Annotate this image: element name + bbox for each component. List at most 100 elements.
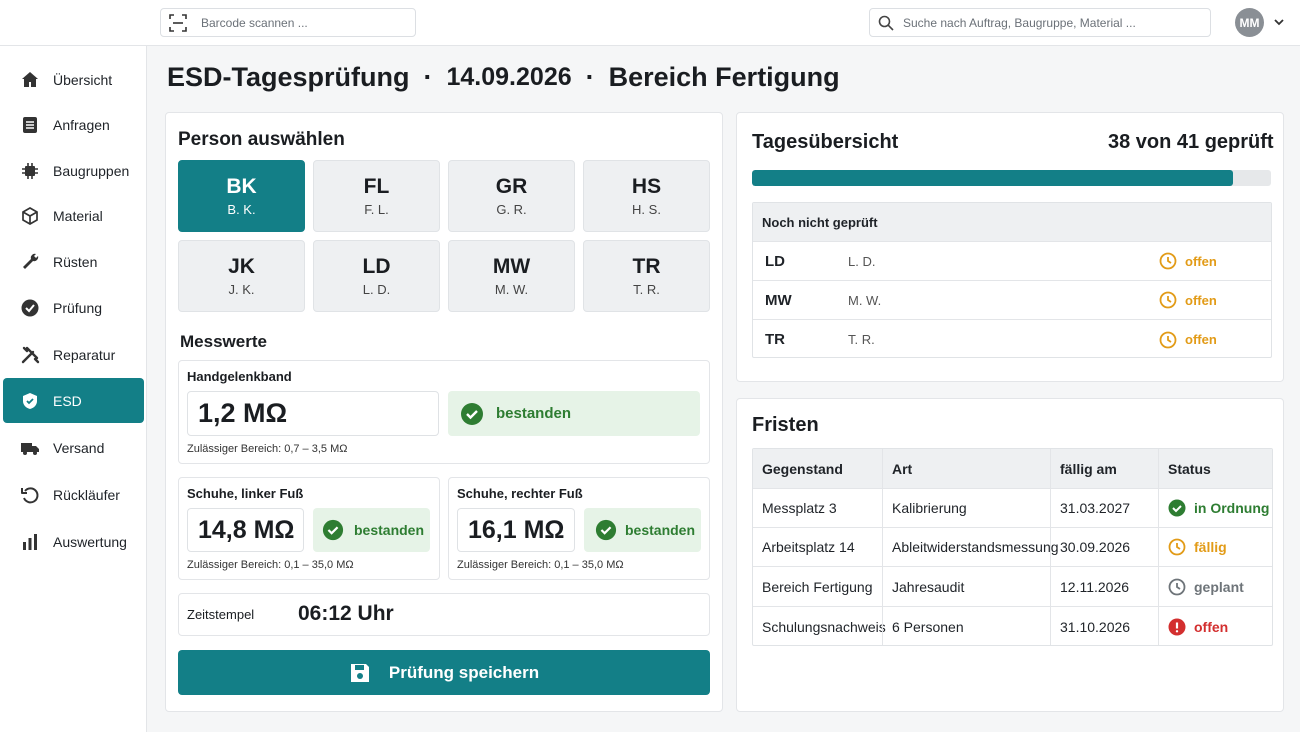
sidebar-item-esd[interactable]: ESD <box>3 378 144 423</box>
person-button-gr[interactable]: GR G. R. <box>448 160 575 232</box>
person-code: HS <box>631 175 662 198</box>
barcode-field[interactable] <box>160 8 416 37</box>
status-text: offen <box>1185 253 1217 269</box>
person-code: GR <box>495 175 528 198</box>
column-header: Gegenstand <box>762 460 843 477</box>
clock-icon <box>1168 538 1186 556</box>
person-button-mw[interactable]: MW M. W. <box>448 240 575 312</box>
sidebar-item-label: Material <box>53 207 103 224</box>
deadline-row[interactable]: Messplatz 3 Kalibrierung 31.03.2027 in O… <box>753 489 1272 528</box>
sidebar-item-label: Baugruppen <box>53 162 130 179</box>
person-name: F. L. <box>364 202 389 217</box>
deadlines-heading: Fristen <box>752 414 819 436</box>
column-header: Art <box>882 449 1050 488</box>
person-name: H. S. <box>632 202 661 217</box>
title-separator: · <box>585 62 595 92</box>
save-check-button[interactable]: Prüfung speichern <box>178 650 710 695</box>
person-name: J. K. <box>228 282 255 297</box>
left-shoe-value[interactable]: 14,8 MΩ <box>187 508 304 552</box>
search-input[interactable] <box>903 15 1210 30</box>
right-shoe-value[interactable]: 16,1 MΩ <box>457 508 575 552</box>
pending-status: offen <box>1150 242 1217 280</box>
chevron-down-icon[interactable] <box>1271 14 1287 30</box>
pending-row[interactable]: MW M. W. offen <box>753 281 1271 320</box>
check-circle-icon <box>20 298 40 318</box>
status-text: in Ordnung <box>1194 500 1270 516</box>
user-avatar[interactable]: MM <box>1235 8 1264 37</box>
title-separator: · <box>423 62 433 92</box>
left-shoe-range: Zulässiger Bereich: 0,1 – 35,0 MΩ <box>187 559 354 571</box>
person-button-jk[interactable]: JK J. K. <box>178 240 305 312</box>
deadline-type: Ableitwiderstandsmessung <box>882 528 1059 566</box>
sidebar-item-uebersicht[interactable]: Übersicht <box>3 57 144 102</box>
person-code: FL <box>363 175 390 198</box>
right-shoe-status: bestanden <box>584 508 701 552</box>
person-button-hs[interactable]: HS H. S. <box>583 160 710 232</box>
status-text: bestanden <box>625 522 696 538</box>
sidebar-item-label: Versand <box>53 439 105 456</box>
alert-circle-icon <box>1168 618 1186 636</box>
sidebar-item-label: Anfragen <box>53 116 110 133</box>
pending-table: Noch nicht geprüft LD L. D. offen MW M. … <box>752 202 1272 358</box>
deadline-item: Arbeitsplatz 14 <box>762 539 855 555</box>
column-header: Status <box>1158 449 1272 488</box>
sidebar-item-label: Übersicht <box>53 71 113 88</box>
pending-name: L. D. <box>848 253 876 269</box>
wrist-strap-range: Zulässiger Bereich: 0,7 – 3,5 MΩ <box>187 443 348 455</box>
pending-code: MW <box>765 291 792 309</box>
status-text: fällig <box>1194 539 1227 555</box>
pending-status: offen <box>1150 281 1217 319</box>
sidebar-item-anfragen[interactable]: Anfragen <box>3 102 144 147</box>
deadline-type: Kalibrierung <box>882 489 1050 527</box>
top-bar: MM <box>0 0 1300 46</box>
person-code: MW <box>492 255 531 278</box>
sidebar-item-ruecklaeufer[interactable]: Rückläufer <box>3 472 144 517</box>
sidebar-item-pruefung[interactable]: Prüfung <box>3 285 144 330</box>
pending-status: offen <box>1150 320 1217 357</box>
pending-row[interactable]: TR T. R. offen <box>753 320 1271 357</box>
deadline-row[interactable]: Bereich Fertigung Jahresaudit 12.11.2026… <box>753 567 1272 607</box>
barcode-scan-icon[interactable] <box>169 13 187 32</box>
sidebar-item-baugruppen[interactable]: Baugruppen <box>3 148 144 193</box>
deadline-row[interactable]: Arbeitsplatz 14 Ableitwiderstandsmessung… <box>753 528 1272 567</box>
person-button-fl[interactable]: FL F. L. <box>313 160 440 232</box>
wrist-strap-value[interactable]: 1,2 MΩ <box>187 391 439 436</box>
person-name: L. D. <box>362 282 391 297</box>
person-button-tr[interactable]: TR T. R. <box>583 240 710 312</box>
sidebar-item-auswertung[interactable]: Auswertung <box>3 519 144 564</box>
person-code: BK <box>226 175 257 198</box>
status-text: offen <box>1194 619 1229 635</box>
pending-heading: Noch nicht geprüft <box>762 214 878 230</box>
timestamp-row <box>178 593 710 636</box>
sidebar-item-reparatur[interactable]: Reparatur <box>3 332 144 377</box>
sidebar-item-ruesten[interactable]: Rüsten <box>3 239 144 284</box>
deadline-row[interactable]: Schulungsnachweis 6 Personen 31.10.2026 … <box>753 607 1272 645</box>
overview-progress-bar <box>752 170 1271 186</box>
check-circle-icon <box>595 519 617 541</box>
sidebar-item-material[interactable]: Material <box>3 193 144 238</box>
person-code: LD <box>362 255 391 278</box>
page-title: ESD-Tagesprüfung · 14.09.2026 · Bereich … <box>167 62 840 93</box>
left-shoe-status: bestanden <box>313 508 430 552</box>
person-button-bk[interactable]: BK B. K. <box>178 160 305 232</box>
sidebar: Übersicht Anfragen Baugruppen Material R… <box>0 46 147 732</box>
deadline-status: geplant <box>1158 567 1272 606</box>
search-field[interactable] <box>869 8 1211 37</box>
barcode-input[interactable] <box>201 15 415 30</box>
deadlines-table-header: Gegenstand Art fällig am Status <box>753 449 1272 489</box>
person-button-ld[interactable]: LD L. D. <box>313 240 440 312</box>
check-circle-icon <box>322 519 344 541</box>
pending-name: M. W. <box>848 292 882 308</box>
chart-icon <box>20 532 40 552</box>
pending-code: LD <box>765 252 785 270</box>
pending-row[interactable]: LD L. D. offen <box>753 242 1271 281</box>
clock-icon <box>1159 291 1177 309</box>
status-text: offen <box>1185 292 1217 308</box>
person-name: G. R. <box>496 202 527 217</box>
check-circle-icon <box>460 402 484 426</box>
left-shoe-label: Schuhe, linker Fuß <box>187 486 304 501</box>
shield-icon <box>20 391 40 411</box>
page-title-text: ESD-Tagesprüfung <box>167 62 410 92</box>
sidebar-item-versand[interactable]: Versand <box>3 425 144 470</box>
clock-icon <box>1168 578 1186 596</box>
